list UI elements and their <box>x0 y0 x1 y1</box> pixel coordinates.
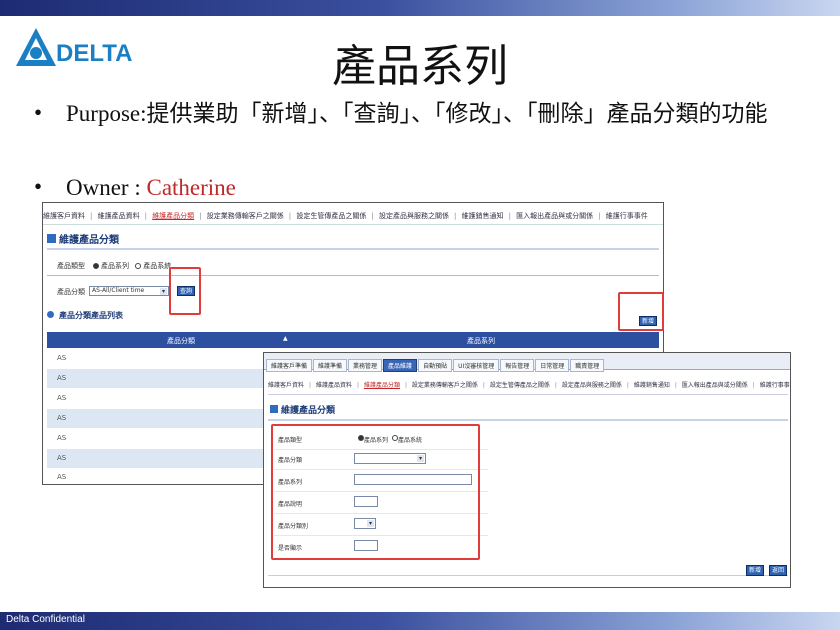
nav-link[interactable]: 設定業務傳輸客戶之關係 <box>412 380 478 389</box>
delta-triangle-icon <box>16 28 56 66</box>
footer-text: Delta Confidential <box>6 614 85 625</box>
category-select[interactable]: AS-All/Client time ▾ <box>89 286 169 296</box>
module-tab[interactable]: 維護準備 <box>313 359 348 372</box>
back-button[interactable]: 返回 <box>769 565 787 576</box>
highlight-query-button <box>169 267 201 315</box>
divider <box>47 248 659 250</box>
nav-link[interactable]: 維護行事事件 <box>760 380 790 389</box>
nav-link[interactable]: 維護銷售通知 <box>634 380 670 389</box>
radio-group: 產品系列 產品系統 <box>89 261 171 271</box>
nav-link[interactable]: 維護產品資料 <box>316 380 352 389</box>
nav-link[interactable]: 設定生管傳產品之關係 <box>296 211 366 221</box>
nav-link[interactable]: 設定生管傳產品之關係 <box>490 380 550 389</box>
nav-link[interactable]: 設定業務傳輸客戶之關係 <box>207 211 284 221</box>
owner-name: Catherine <box>146 175 236 200</box>
module-tab[interactable]: 報告管理 <box>500 359 535 372</box>
nav-link-active[interactable]: 維護產品分類 <box>152 211 194 221</box>
slide-bottom-bar <box>0 612 840 630</box>
logo-text: DELTA <box>56 40 133 67</box>
chevron-down-icon: ▾ <box>160 288 167 295</box>
radio-series[interactable] <box>93 263 99 269</box>
owner-label: Owner : <box>66 175 147 200</box>
bullet-marker: • <box>34 100 43 125</box>
divider <box>268 575 788 576</box>
module-tab[interactable]: 業務管理 <box>348 359 383 372</box>
column-header[interactable]: 產品系列 <box>467 336 495 346</box>
nav-link-active[interactable]: 維護產品分類 <box>364 380 400 389</box>
filter-label: 產品類型 <box>57 262 85 270</box>
nav-link[interactable]: 匯入報出產品與或分關係 <box>516 211 593 221</box>
highlight-form-fields <box>271 424 480 560</box>
divider <box>268 419 788 421</box>
nav-link[interactable]: 設定產品與服務之關係 <box>379 211 449 221</box>
list-title: 產品分類產品列表 <box>59 311 123 320</box>
nav-links: 維護客戶資料 | 維護產品資料 | 維護產品分類 | 設定業務傳輸客戶之關係 | 設定生… <box>43 203 663 225</box>
page-title: 維護產品分類 <box>47 231 119 246</box>
module-tab[interactable]: 日常管理 <box>535 359 570 372</box>
divider <box>47 275 659 276</box>
nav-link[interactable]: 維護客戶資料 <box>43 211 85 221</box>
module-tab[interactable]: UI沒審核管理 <box>453 359 500 372</box>
add-button[interactable]: 新增 <box>746 565 764 576</box>
list-icon <box>47 311 54 318</box>
page-icon <box>47 234 56 243</box>
highlight-add-button <box>618 292 664 331</box>
page-icon <box>270 405 278 413</box>
nav-link[interactable]: 維護銷售通知 <box>462 211 504 221</box>
column-header[interactable]: 產品分類 <box>167 336 195 346</box>
table-header: 產品分類 ▲ 產品系列 <box>47 332 659 348</box>
module-tabs: 維護客戶準備 維護準備 業務管理 產品維護 自動預貼 UI沒審核管理 報告管理 日常管理 職責管… <box>264 353 790 372</box>
nav-link[interactable]: 維護產品資料 <box>98 211 140 221</box>
slide-top-bar <box>0 0 840 16</box>
divider <box>268 394 788 395</box>
page-title: 維護產品分類 <box>270 403 335 416</box>
module-tab-active[interactable]: 產品維護 <box>383 359 418 372</box>
slide-title: 產品系列 <box>332 41 508 92</box>
nav-link[interactable]: 設定產品與服務之關係 <box>562 380 622 389</box>
nav-link[interactable]: 匯入報出產品與或分關係 <box>682 380 748 389</box>
module-tab[interactable]: 維護客戶準備 <box>266 359 313 372</box>
nav-link[interactable]: 維護客戶資料 <box>268 380 304 389</box>
module-tab[interactable]: 職責管理 <box>570 359 605 372</box>
sort-up-icon[interactable]: ▲ <box>283 335 288 342</box>
nav-link[interactable]: 維護行事事件 <box>606 211 648 221</box>
bullet-marker: • <box>34 174 43 199</box>
purpose-text: Purpose:提供業助「新增」、「查詢」、「修改」、「刪除」產品分類的功能 <box>66 101 768 126</box>
module-tab[interactable]: 自動預貼 <box>418 359 453 372</box>
owner-line: Owner : Catherine <box>66 172 236 204</box>
category-label: 產品分類 <box>57 288 85 296</box>
nav-links: 維護客戶資料 | 維護產品資料 | 維護產品分類 | 設定業務傳輸客戶之關係 | 設定生… <box>268 380 790 389</box>
radio-system[interactable] <box>135 263 142 269</box>
